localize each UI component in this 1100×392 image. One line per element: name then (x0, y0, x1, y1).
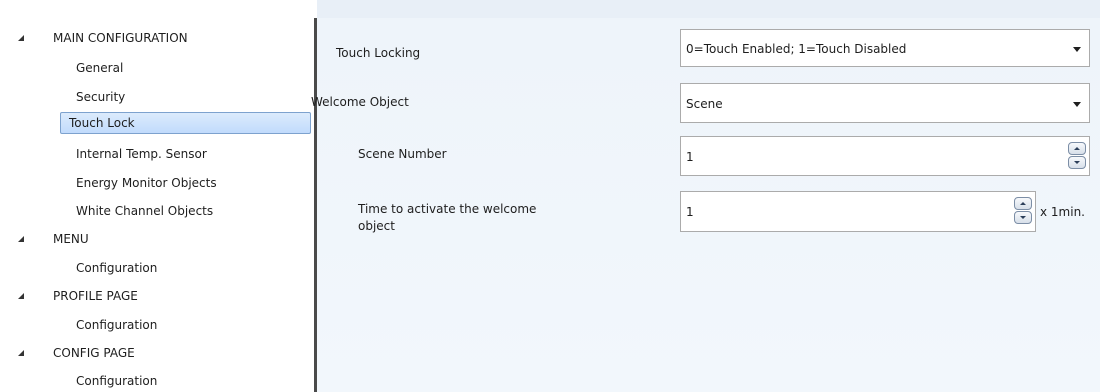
panel-header-strip (317, 0, 1100, 18)
expand-arrow-icon[interactable] (18, 236, 24, 242)
scene-number-input[interactable]: 1 (680, 136, 1090, 176)
tree-section-label: MAIN CONFIGURATION (53, 31, 188, 45)
scene-number-value: 1 (686, 150, 694, 164)
tree-section-label: MENU (53, 232, 89, 246)
time-to-activate-input[interactable]: 1 (680, 191, 1036, 232)
spin-down-icon[interactable] (1068, 156, 1086, 169)
chevron-down-icon[interactable] (1073, 102, 1081, 107)
tree-item-label: Touch Lock (60, 112, 311, 134)
expand-arrow-icon[interactable] (18, 350, 24, 356)
parameter-tree: MAIN CONFIGURATION General Security Touc… (0, 0, 312, 392)
tree-item-touch-lock[interactable]: Touch Lock (60, 112, 311, 134)
tree-item-label: Configuration (76, 374, 158, 388)
tree-section-label: CONFIG PAGE (53, 346, 135, 360)
tree-item-label: White Channel Objects (76, 204, 214, 218)
tree-item-label: Configuration (76, 318, 158, 332)
welcome-object-dropdown[interactable]: Scene (680, 83, 1090, 123)
expand-arrow-icon[interactable] (18, 35, 24, 41)
tree-item-label: Configuration (76, 261, 158, 275)
chevron-down-icon[interactable] (1073, 47, 1081, 52)
touch-locking-label: Touch Locking (336, 46, 421, 60)
time-to-activate-label-line1: Time to activate the welcome (358, 202, 537, 216)
tree-item-label: Energy Monitor Objects (76, 176, 217, 190)
welcome-object-value: Scene (686, 97, 723, 111)
tree-item-label: Security (76, 90, 126, 104)
tree-section-main-configuration[interactable]: MAIN CONFIGURATION (0, 27, 312, 49)
tree-section-label: PROFILE PAGE (53, 289, 138, 303)
tree-section-menu[interactable]: MENU (0, 228, 312, 250)
parameter-panel: Touch Locking 0=Touch Enabled; 1=Touch D… (311, 0, 1100, 392)
scene-number-label: Scene Number (358, 147, 447, 161)
spin-down-icon[interactable] (1014, 211, 1032, 224)
spin-up-icon[interactable] (1068, 142, 1086, 155)
tree-section-profile-page[interactable]: PROFILE PAGE (0, 285, 312, 307)
tree-item-label: Internal Temp. Sensor (76, 147, 207, 161)
spin-up-icon[interactable] (1014, 197, 1032, 210)
time-to-activate-label-line2: object (358, 219, 395, 233)
time-unit-label: x 1min. (1040, 205, 1085, 219)
expand-arrow-icon[interactable] (18, 293, 24, 299)
time-to-activate-value: 1 (686, 205, 694, 219)
welcome-object-label: Welcome Object (311, 95, 409, 109)
touch-locking-dropdown[interactable]: 0=Touch Enabled; 1=Touch Disabled (680, 29, 1090, 67)
tree-item-label: General (76, 61, 124, 75)
tree-section-config-page[interactable]: CONFIG PAGE (0, 342, 312, 364)
touch-locking-value: 0=Touch Enabled; 1=Touch Disabled (686, 42, 907, 56)
